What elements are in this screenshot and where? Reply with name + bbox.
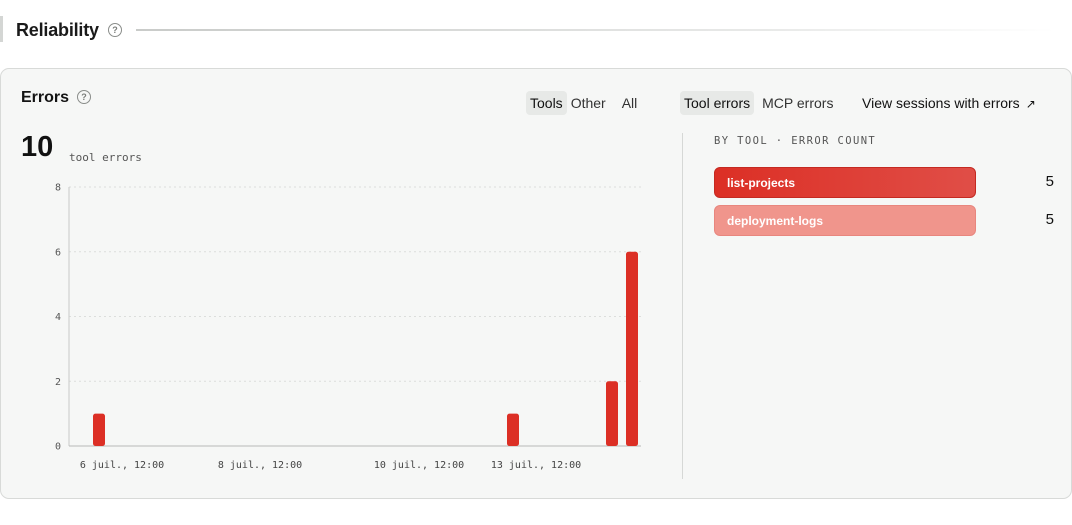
y-tick-label: 6 <box>55 247 61 258</box>
tab-mcp-errors[interactable]: MCP errors <box>758 91 837 115</box>
tool-count: 5 <box>1045 173 1054 190</box>
error-bar <box>93 413 105 446</box>
y-tick-label: 2 <box>55 377 61 388</box>
reliability-section-header: Reliability ? <box>0 14 1072 46</box>
x-tick-label: 13 juil., 12:00 <box>491 460 581 471</box>
errors-card: Errors ? Tools Other All Tool errors MCP… <box>0 68 1072 499</box>
panel-divider <box>682 133 683 479</box>
tool-row: deployment-logs 5 <box>714 205 1054 236</box>
error-kind-tabs: Tool errors MCP errors <box>680 91 841 115</box>
tab-tool-errors[interactable]: Tool errors <box>680 91 755 115</box>
x-tick-label: 6 juil., 12:00 <box>80 460 164 471</box>
tool-name: list-projects <box>727 176 796 190</box>
section-title: Reliability <box>16 20 99 40</box>
error-bar <box>507 413 519 446</box>
y-tick-label: 8 <box>55 183 61 194</box>
help-icon[interactable]: ? <box>108 23 122 37</box>
tool-name: deployment-logs <box>727 214 824 228</box>
x-tick-label: 8 juil., 12:00 <box>218 460 302 471</box>
breakdown-header: BY TOOL · ERROR COUNT <box>714 135 877 147</box>
tool-row: list-projects 5 <box>714 167 1054 198</box>
view-sessions-link[interactable]: View sessions with errors ↗ <box>862 95 1036 111</box>
error-bar <box>606 381 618 446</box>
error-bar <box>626 251 638 446</box>
view-sessions-label: View sessions with errors <box>862 95 1020 111</box>
errors-bar-chart: 0 2 4 6 8 6 juil., 12:00 8 juil., 12:00 10 juil… <box>55 183 641 471</box>
section-divider <box>136 29 1056 31</box>
arrow-up-right-icon: ↗ <box>1025 97 1036 111</box>
tool-count: 5 <box>1045 211 1054 228</box>
tool-bar-deployment-logs[interactable]: deployment-logs <box>714 205 976 236</box>
section-accent-bar <box>0 16 3 42</box>
x-tick-label: 10 juil., 12:00 <box>374 460 464 471</box>
y-tick-label: 0 <box>55 442 61 453</box>
tool-bar-list-projects[interactable]: list-projects <box>714 167 976 198</box>
y-tick-label: 4 <box>55 312 61 323</box>
